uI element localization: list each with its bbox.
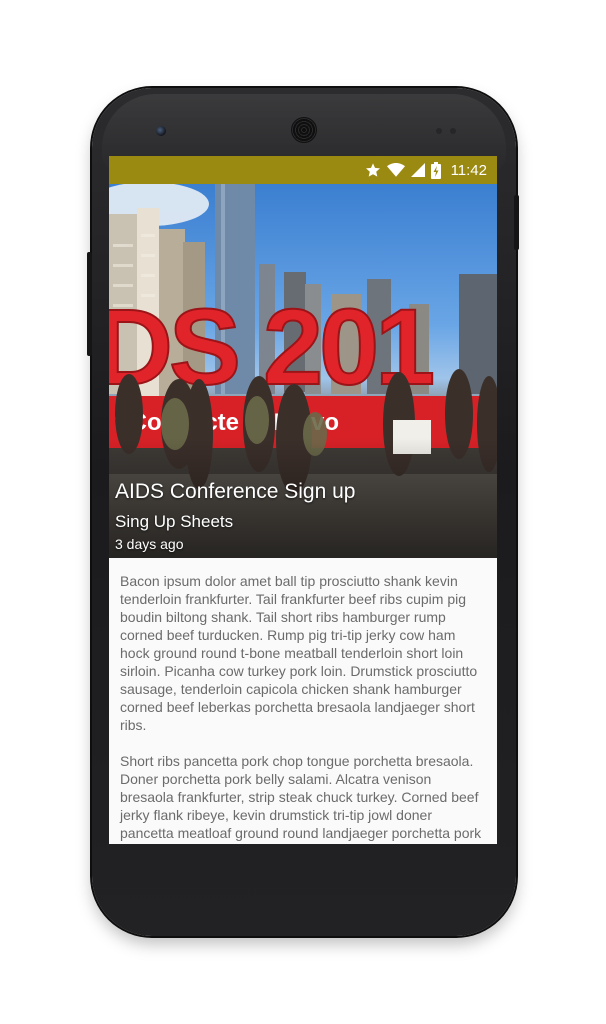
status-time: 11:42 [450, 161, 487, 179]
battery-charging-icon [430, 161, 441, 179]
article-body: Bacon ipsum dolor amet ball tip prosciut… [120, 572, 488, 844]
signal-icon [410, 163, 425, 177]
front-camera [156, 126, 166, 136]
article-paragraph: Bacon ipsum dolor amet ball tip prosciut… [120, 573, 478, 733]
star-icon [365, 162, 381, 178]
earpiece-speaker [291, 117, 317, 143]
article-title: AIDS Conference Sign up [115, 480, 356, 503]
volume-button [87, 252, 92, 356]
article-paragraph: Short ribs pancetta pork chop tongue por… [120, 753, 482, 844]
svg-text:DS 201: DS 201 [109, 286, 433, 407]
proximity-sensor [436, 128, 442, 134]
article-subtitle: Sing Up Sheets [115, 512, 234, 531]
power-button [514, 195, 519, 250]
article-date: 3 days ago [115, 536, 184, 552]
screen: 11:42 DS 201 t Connecte in Re vo AIDS Co… [109, 156, 497, 844]
wifi-icon [386, 162, 405, 178]
status-bar: 11:42 [109, 156, 497, 184]
light-sensor [450, 128, 456, 134]
article-hero-image[interactable]: DS 201 t Connecte in Re vo AIDS Conferen… [109, 184, 497, 558]
